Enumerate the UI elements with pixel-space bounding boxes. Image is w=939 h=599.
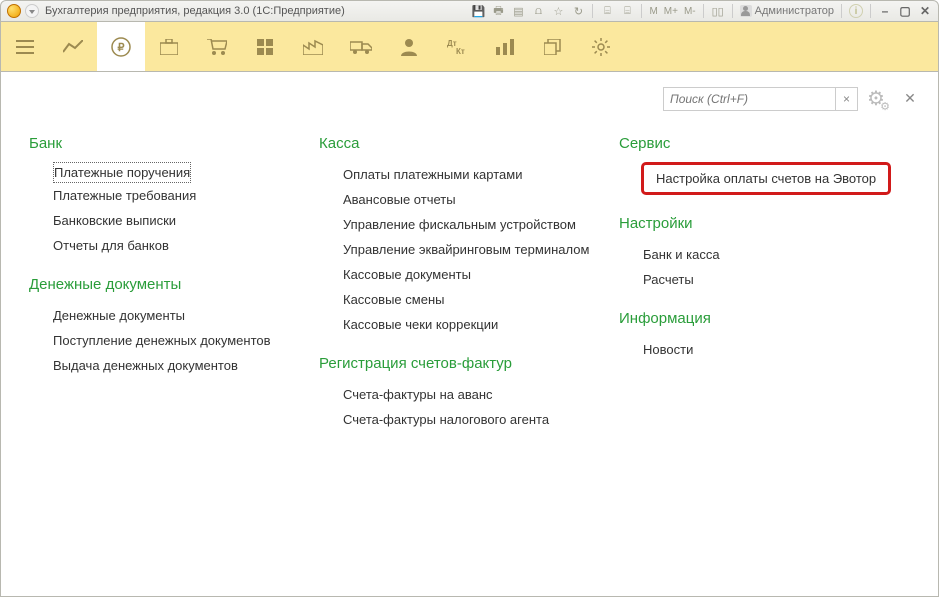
factory-icon <box>303 39 323 55</box>
memory-mplus[interactable]: M+ <box>664 6 678 17</box>
briefcase-icon <box>160 39 178 55</box>
link-evotor-settings[interactable]: Настройка оплаты счетов на Эвотор <box>641 162 891 195</box>
section-title-money-docs: Денежные документы <box>29 276 309 293</box>
section-title-service: Сервис <box>619 135 910 152</box>
separator <box>703 4 704 18</box>
link-icon[interactable]: ⩍ <box>531 4 545 18</box>
truck-icon <box>350 40 372 54</box>
print-icon[interactable]: 🖶 <box>491 4 505 18</box>
toolbar-directories-button[interactable] <box>529 22 577 71</box>
maximize-button[interactable]: ▢ <box>898 4 912 18</box>
minimize-button[interactable]: – <box>878 4 892 18</box>
link-cash-docs[interactable]: Кассовые документы <box>319 262 609 287</box>
main-toolbar: ₽ ДтКт <box>0 22 939 72</box>
ruble-icon: ₽ <box>111 37 131 57</box>
link-correction-receipts[interactable]: Кассовые чеки коррекции <box>319 312 609 337</box>
history-icon[interactable]: ↻ <box>571 4 585 18</box>
memory-m[interactable]: M <box>649 6 657 17</box>
calculator-icon[interactable]: ⌸ <box>600 4 614 18</box>
bar-chart-icon <box>496 39 514 55</box>
column-right: Сервис Настройка оплаты счетов на Эвотор… <box>619 129 910 450</box>
toolbar-cart-button[interactable] <box>193 22 241 71</box>
dtkt-icon: ДтКт <box>447 39 467 55</box>
link-bank-statements[interactable]: Банковские выписки <box>29 208 309 233</box>
page-settings-icon[interactable]: ⚙ <box>864 86 888 111</box>
toolbar-production-button[interactable] <box>289 22 337 71</box>
toolbar-bank-button[interactable]: ₽ <box>97 22 145 71</box>
search-clear-button[interactable]: × <box>835 88 857 110</box>
menu-icon <box>16 40 34 54</box>
section-title-reg-invoice: Регистрация счетов-фактур <box>319 355 609 372</box>
separator <box>870 4 871 18</box>
link-money-docs-out[interactable]: Выдача денежных документов <box>29 353 309 378</box>
folders-icon <box>544 39 562 55</box>
user-label-wrap[interactable]: Администратор <box>740 5 834 17</box>
section-title-bank: Банк <box>29 135 309 152</box>
link-fiscal-device[interactable]: Управление фискальным устройством <box>319 212 609 237</box>
toolbar-hr-button[interactable] <box>385 22 433 71</box>
window-titlebar: Бухгалтерия предприятия, редакция 3.0 (1… <box>0 0 939 22</box>
link-advance-reports[interactable]: Авансовые отчеты <box>319 187 609 212</box>
toolbar-reports-button[interactable] <box>481 22 529 71</box>
search-box[interactable]: × <box>663 87 858 111</box>
column-middle: Касса Оплаты платежными картами Авансовы… <box>319 129 609 450</box>
chart-line-icon <box>63 40 83 54</box>
toolbar-menu-button[interactable] <box>1 22 49 71</box>
link-bank-reports[interactable]: Отчеты для банков <box>29 233 309 258</box>
link-tax-agent-invoices[interactable]: Счета-фактуры налогового агента <box>319 407 609 432</box>
separator <box>641 4 642 18</box>
toolbar-briefcase-button[interactable] <box>145 22 193 71</box>
user-icon <box>740 5 752 17</box>
info-icon[interactable]: i <box>849 4 863 18</box>
link-bank-and-cash[interactable]: Банк и касса <box>619 242 910 267</box>
content-area: × ⚙ ✕ Банк Платежные поручения Платежные… <box>0 72 939 597</box>
memory-mminus[interactable]: M- <box>684 6 696 17</box>
link-payment-requests[interactable]: Платежные требования <box>29 183 309 208</box>
svg-text:₽: ₽ <box>118 42 125 54</box>
link-news[interactable]: Новости <box>619 337 910 362</box>
close-page-button[interactable]: ✕ <box>900 90 920 107</box>
link-card-payments[interactable]: Оплаты платежными картами <box>319 162 609 187</box>
toolbar-analytics-button[interactable] <box>49 22 97 71</box>
separator <box>592 4 593 18</box>
toolbar-delivery-button[interactable] <box>337 22 385 71</box>
toolbar-operations-button[interactable]: ДтКт <box>433 22 481 71</box>
separator <box>841 4 842 18</box>
favorite-icon[interactable]: ☆ <box>551 4 565 18</box>
link-money-docs-in[interactable]: Поступление денежных документов <box>29 328 309 353</box>
app-logo-icon <box>7 4 21 18</box>
section-title-kassa: Касса <box>319 135 609 152</box>
cart-icon <box>207 39 227 55</box>
user-name: Администратор <box>755 5 834 17</box>
link-calculations[interactable]: Расчеты <box>619 267 910 292</box>
window-title: Бухгалтерия предприятия, редакция 3.0 (1… <box>45 5 345 17</box>
search-input[interactable] <box>664 88 835 110</box>
toolbar-settings-button[interactable] <box>577 22 625 71</box>
link-money-docs[interactable]: Денежные документы <box>29 303 309 328</box>
link-cash-shifts[interactable]: Кассовые смены <box>319 287 609 312</box>
calendar-icon[interactable]: ⌸ <box>620 4 634 18</box>
section-title-settings: Настройки <box>619 215 910 232</box>
link-payment-orders[interactable]: Платежные поручения <box>53 162 191 183</box>
toolbar-warehouse-button[interactable] <box>241 22 289 71</box>
gear-icon <box>592 38 610 56</box>
close-window-button[interactable]: ✕ <box>918 4 932 18</box>
windows-icon[interactable]: ▯▯ <box>711 4 725 18</box>
document-icon[interactable]: ▤ <box>511 4 525 18</box>
separator <box>732 4 733 18</box>
link-acquiring-terminal[interactable]: Управление эквайринговым терминалом <box>319 237 609 262</box>
person-icon <box>401 38 417 56</box>
grid-icon <box>257 39 273 55</box>
column-left: Банк Платежные поручения Платежные требо… <box>29 129 309 450</box>
save-icon[interactable]: 💾 <box>471 4 485 18</box>
svg-text:Кт: Кт <box>456 47 465 55</box>
app-dropdown-icon[interactable] <box>25 4 39 18</box>
link-advance-invoices[interactable]: Счета-фактуры на аванс <box>319 382 609 407</box>
section-title-info: Информация <box>619 310 910 327</box>
